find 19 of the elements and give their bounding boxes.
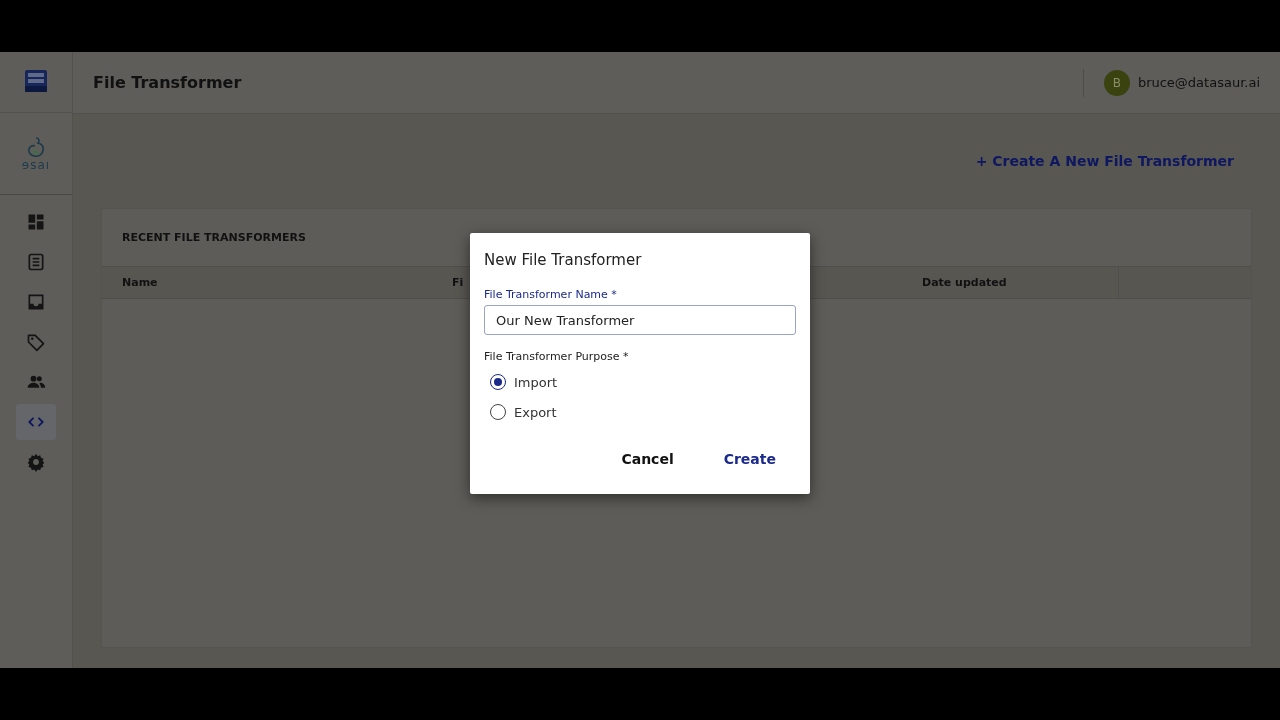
user-email: bruce@datasaur.ai <box>1137 75 1260 90</box>
radio-option[interactable]: Export <box>484 397 563 427</box>
create-button[interactable]: Create <box>703 445 796 473</box>
sidebar-item[interactable] <box>16 404 56 440</box>
dashboard-icon <box>26 212 46 232</box>
name-input-field[interactable]: Our New Transformer <box>484 305 796 335</box>
logo-text: ɘsaı <box>21 157 51 172</box>
dialog-title: New File Transformer <box>484 251 643 269</box>
inbox-icon <box>26 292 46 312</box>
cancel-button[interactable]: Cancel <box>601 445 694 473</box>
settings-icon <box>26 452 46 472</box>
dinosaur-logo-icon <box>26 135 46 158</box>
field-label: File Transformer Purpose * <box>484 350 630 363</box>
radio-option[interactable]: Import <box>484 367 564 397</box>
field-label: File Transformer Name * <box>484 288 618 301</box>
tag-icon <box>26 332 46 352</box>
card-title: RECENT FILE TRANSFORMERS <box>122 231 306 244</box>
page-title: File Transformer <box>93 73 243 92</box>
document-icon <box>26 252 46 272</box>
